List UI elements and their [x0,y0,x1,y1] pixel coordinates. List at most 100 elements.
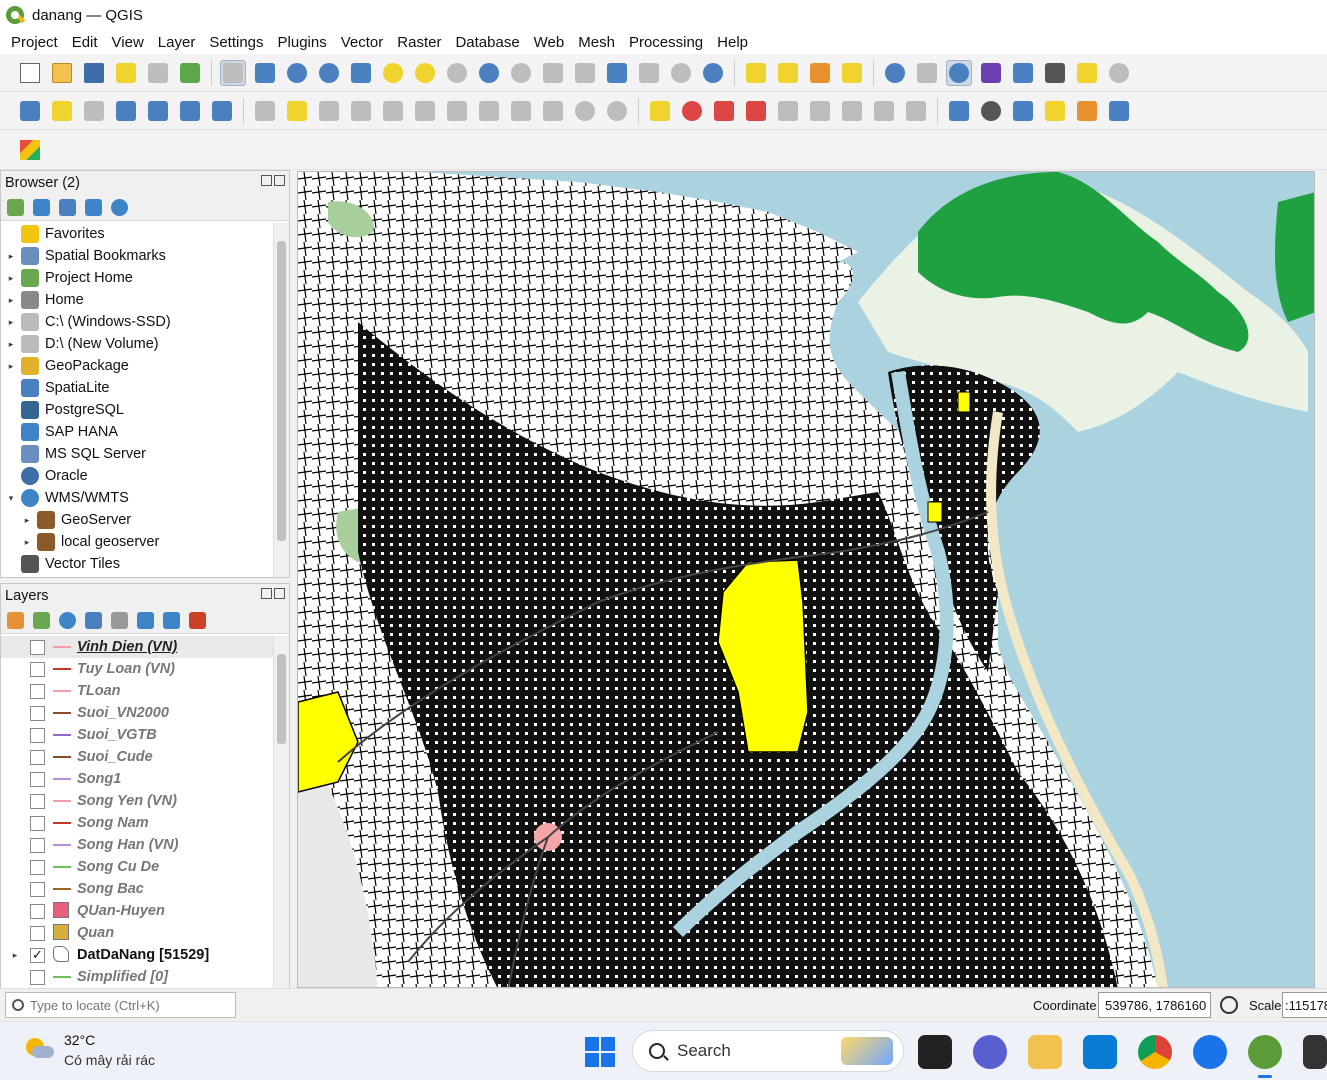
attribute-table-button[interactable] [914,60,940,86]
new-mesh-layer-button[interactable] [209,98,235,124]
add-layer-icon[interactable] [7,199,24,216]
menu-project[interactable]: Project [4,34,65,51]
menu-view[interactable]: View [105,34,151,51]
float-panel-icon[interactable] [261,588,272,599]
browser-item[interactable]: Oracle [1,465,273,487]
eye-icon[interactable] [59,612,76,629]
browser-scroll-thumb[interactable] [277,241,286,541]
plugin-globe-button[interactable] [978,98,1004,124]
chrome-icon[interactable] [1138,1035,1172,1069]
diagram-button[interactable] [679,98,705,124]
expression-filter-icon[interactable] [111,612,128,629]
layer-item[interactable]: Song Bac [1,878,273,900]
filter-legend-icon[interactable] [85,612,102,629]
expand-arrow-icon[interactable]: ▸ [21,514,33,526]
label-tool-button[interactable] [647,98,673,124]
zoom-last-button[interactable] [476,60,502,86]
new-virtual-layer-button[interactable] [177,98,203,124]
media-icon[interactable] [1303,1035,1327,1069]
layer-item[interactable]: Tuy Loan (VN) [1,658,273,680]
windows-start-icon[interactable] [585,1037,615,1067]
browser-item[interactable]: Vector Tiles [1,553,273,575]
layers-scrollbar[interactable] [273,636,289,988]
processing-toolbox-button[interactable] [946,59,972,86]
new-temp-layer-button[interactable] [145,98,171,124]
browser-item[interactable]: ▸ GeoPackage [1,355,273,377]
layer-item[interactable]: Suoi_VGTB [1,724,273,746]
taskbar-search[interactable]: Search [632,1030,904,1072]
info-icon[interactable] [111,199,128,216]
expanded-arrow-icon[interactable]: ▾ [5,492,17,504]
browser-item[interactable]: SpatiaLite [1,377,273,399]
data-source-manager-button[interactable] [17,98,43,124]
layer-visibility-checkbox[interactable] [30,793,45,809]
zoom-selection-button[interactable] [380,60,406,86]
statistics-button[interactable] [978,60,1004,86]
copilot-icon[interactable] [973,1035,1007,1069]
change-label-button[interactable] [871,98,897,124]
digitize-button[interactable] [348,98,374,124]
cut-features-button[interactable] [476,98,502,124]
browser-item[interactable]: ▸ local geoserver [1,531,273,553]
layer-visibility-checkbox[interactable] [30,859,45,875]
extents-toggle-icon[interactable] [1220,996,1238,1014]
pin-labels-button[interactable] [711,98,737,124]
identify-button[interactable] [882,60,908,86]
layer-visibility-checkbox[interactable] [30,771,45,787]
expand-all-icon[interactable] [137,612,154,629]
person-plugin-button[interactable] [1074,98,1100,124]
redo-button[interactable] [604,98,630,124]
layer-visibility-checkbox[interactable] [30,705,45,721]
rotate-label-button[interactable] [839,98,865,124]
file-explorer-icon[interactable] [1028,1035,1062,1069]
qgis-icon[interactable] [1248,1035,1282,1078]
highlight-labels-button[interactable] [743,98,769,124]
layer-item[interactable]: Vinh Dien (VN) [1,636,273,658]
menu-plugins[interactable]: Plugins [271,34,334,51]
deselect-button[interactable] [807,60,833,86]
help-button[interactable] [1106,98,1132,124]
zoom-in-button[interactable] [284,60,310,86]
zoom-full-button[interactable] [348,60,374,86]
expand-arrow-icon[interactable]: ▸ [5,360,17,372]
open-project-button[interactable] [49,60,75,86]
expand-arrow-icon[interactable]: ▸ [5,272,17,284]
map-tips-button[interactable] [1074,60,1100,86]
weather-icon[interactable] [26,1038,54,1060]
temporal-controller-button[interactable] [668,60,694,86]
layer-item[interactable]: Suoi_Cude [1,746,273,768]
pan-map-button[interactable] [220,59,246,86]
new-map-view-button[interactable] [540,60,566,86]
menu-processing[interactable]: Processing [622,34,710,51]
locator-input[interactable] [30,997,220,1013]
delete-selected-button[interactable] [444,98,470,124]
browser-item[interactable]: ▸ Spatial Bookmarks [1,245,273,267]
georeferencer-button[interactable] [946,98,972,124]
layer-item[interactable]: Song Nam [1,812,273,834]
show-bookmarks-button[interactable] [636,60,662,86]
menu-mesh[interactable]: Mesh [571,34,622,51]
menu-edit[interactable]: Edit [65,34,105,51]
new-3d-view-button[interactable] [572,60,598,86]
paste-features-button[interactable] [540,98,566,124]
refresh-icon[interactable] [33,199,50,216]
current-edits-button[interactable] [252,98,278,124]
float-panel-icon[interactable] [261,175,272,186]
browser-scrollbar[interactable] [273,223,289,577]
menu-database[interactable]: Database [448,34,526,51]
new-project-button[interactable] [17,60,43,86]
layer-visibility-checkbox[interactable] [30,837,45,853]
expand-arrow-icon[interactable]: ▸ [5,316,17,328]
layer-visibility-checkbox[interactable] [30,661,45,677]
layer-item[interactable]: Quan [1,922,273,944]
zoom-native-button[interactable] [444,60,470,86]
layer-item[interactable]: Song1 [1,768,273,790]
layer-visibility-checkbox[interactable] [30,639,45,655]
refresh-button[interactable] [700,60,726,86]
collapse-all-icon[interactable] [85,199,102,216]
filter-icon[interactable] [59,199,76,216]
modify-attributes-button[interactable] [412,98,438,124]
browser-item[interactable]: ▸ D:\ (New Volume) [1,333,273,355]
save-edits-button[interactable] [316,98,342,124]
expand-arrow-icon[interactable]: ▸ [21,536,33,548]
